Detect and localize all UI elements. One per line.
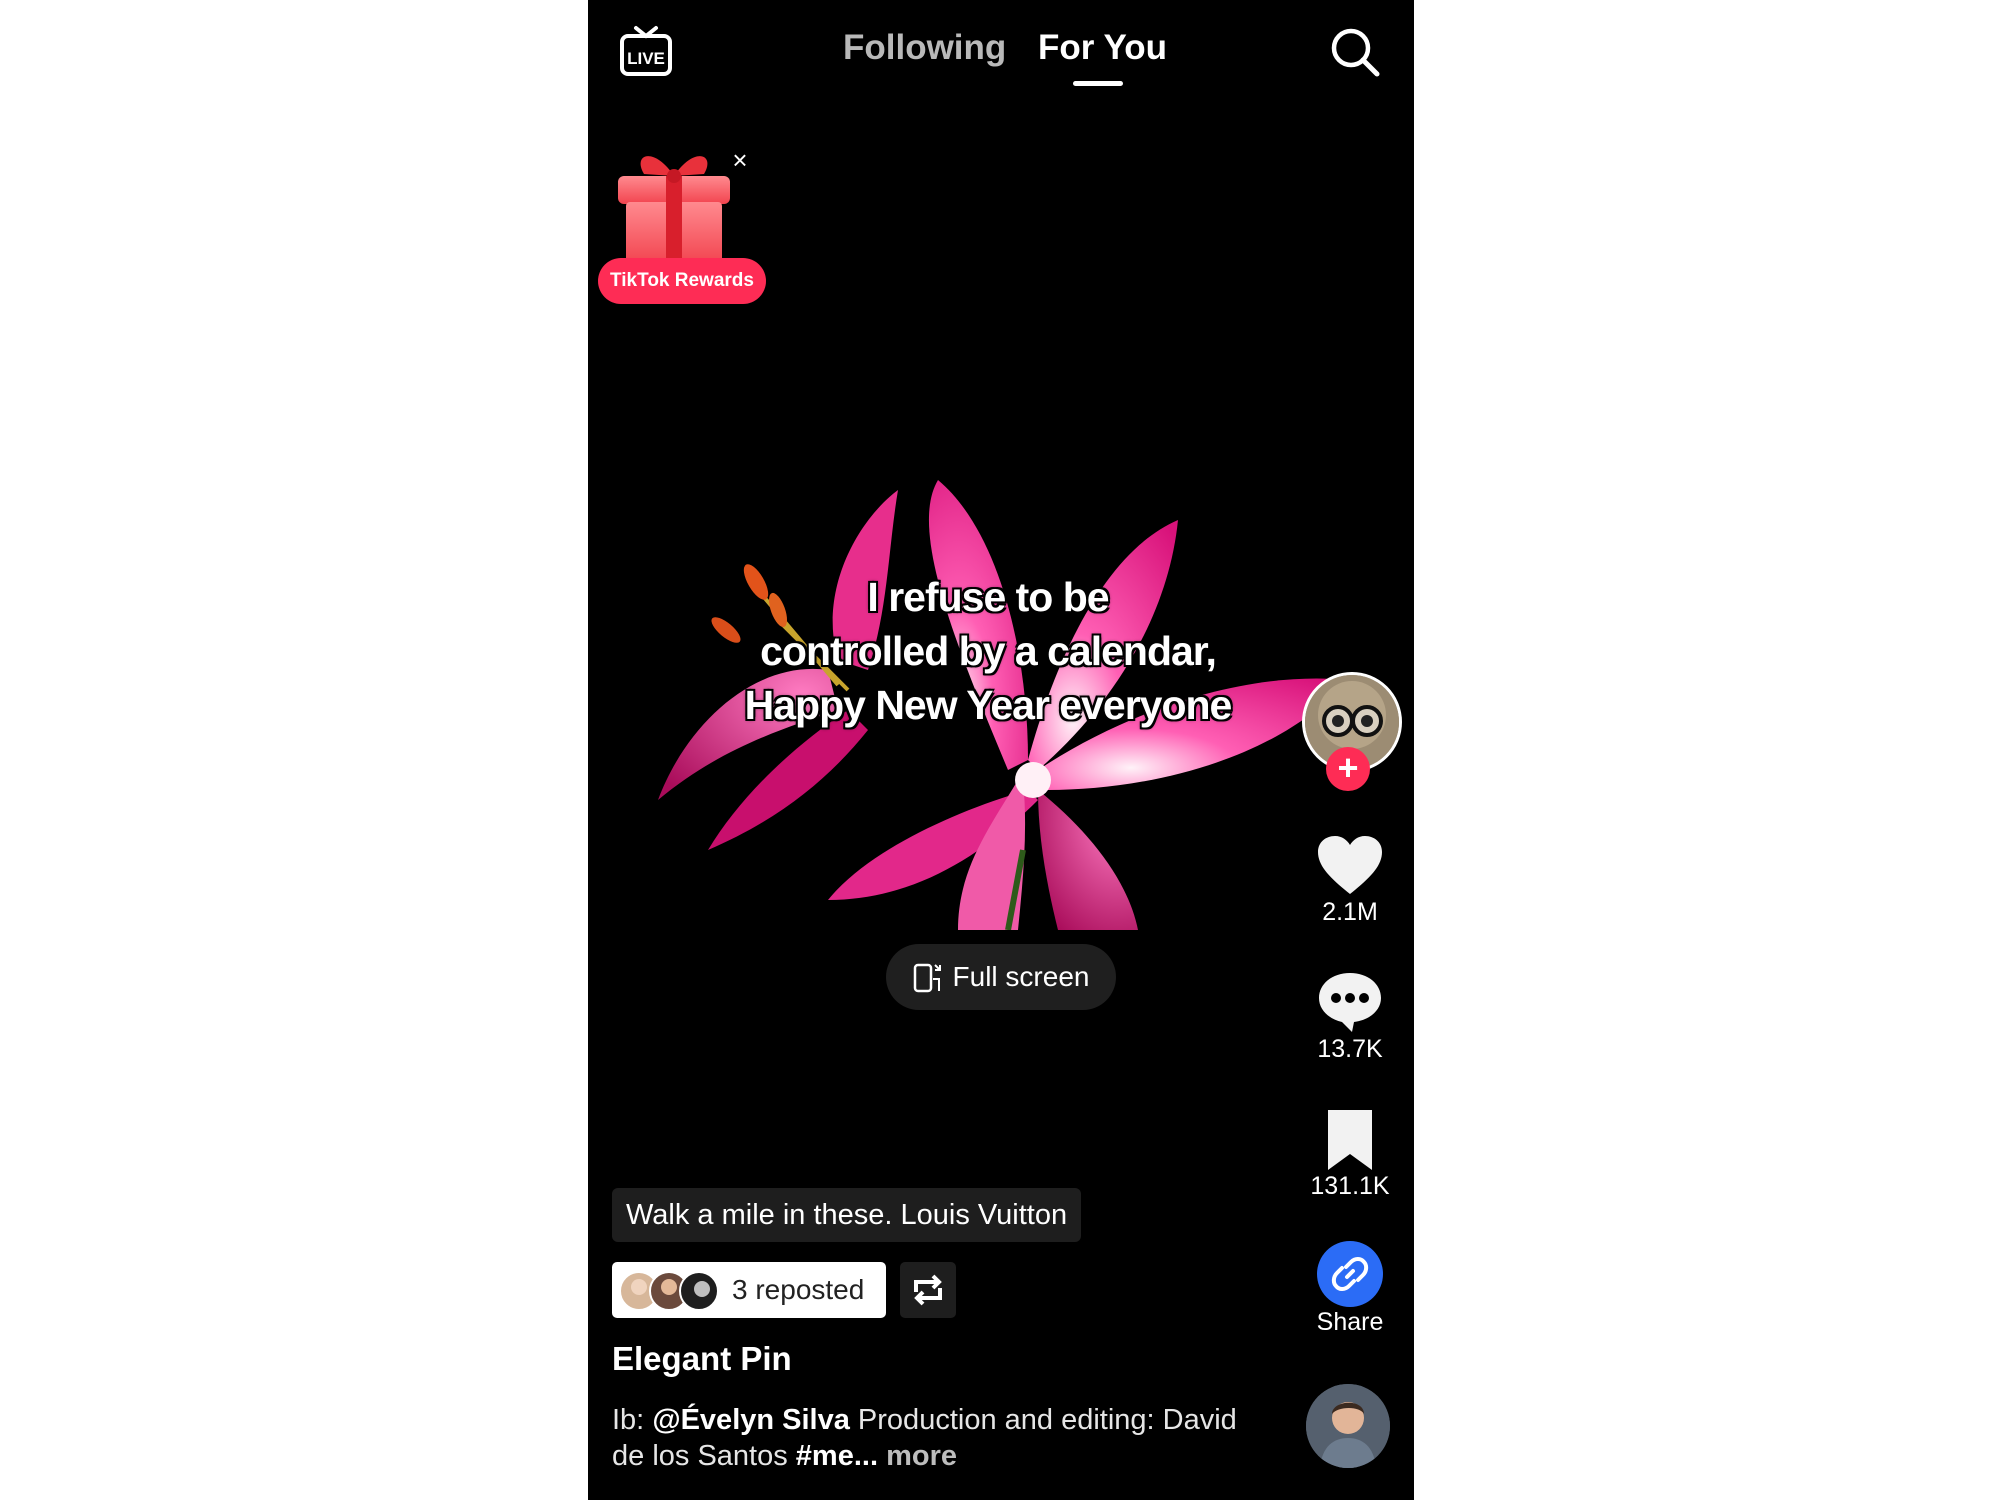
music-avatar-image [1306, 1384, 1390, 1468]
follow-button[interactable]: + [1326, 747, 1370, 791]
save-count: 131.1K [1310, 1172, 1390, 1200]
comment-icon[interactable] [1316, 970, 1384, 1034]
mention-link[interactable]: @Évelyn Silva [652, 1404, 850, 1436]
repost-icon [914, 1274, 942, 1306]
tab-following[interactable]: Following [843, 28, 1006, 68]
caption-line: controlled by a calendar, [760, 628, 1217, 674]
rotate-phone-icon [913, 963, 941, 993]
like-count: 2.1M [1322, 898, 1378, 926]
close-rewards-button[interactable]: × [728, 147, 752, 173]
full-screen-button[interactable]: Full screen [886, 944, 1116, 1010]
active-tab-indicator [1073, 81, 1123, 86]
gift-icon[interactable] [614, 146, 734, 264]
share-button[interactable] [1317, 1241, 1383, 1307]
repost-button[interactable] [900, 1262, 956, 1318]
heart-icon[interactable] [1316, 834, 1384, 898]
reposter-avatars [619, 1271, 719, 1311]
caption-line: I refuse to be [867, 574, 1109, 620]
caption-line: Happy New Year everyone [744, 682, 1233, 728]
bookmark-icon[interactable] [1316, 1108, 1384, 1172]
link-icon [1331, 1257, 1369, 1291]
share-label[interactable]: Share [1288, 1308, 1412, 1337]
search-icon[interactable] [1329, 26, 1381, 78]
music-disc-avatar[interactable] [1306, 1384, 1390, 1468]
live-tv-icon[interactable]: LIVE [618, 24, 674, 78]
post-description: Ib: @Évelyn Silva Production and editing… [612, 1402, 1252, 1474]
author-username[interactable]: Elegant Pin [612, 1340, 792, 1378]
tab-for-you[interactable]: For You [1038, 28, 1167, 68]
video-text-overlay: I refuse to be controlled by a calendar,… [698, 570, 1278, 732]
description-prefix: Ib: [612, 1404, 653, 1436]
live-label: LIVE [627, 49, 665, 68]
reposted-badge[interactable]: 3 reposted [612, 1262, 886, 1318]
product-tag[interactable]: Walk a mile in these. Louis Vuitton [612, 1188, 1082, 1242]
full-screen-label: Full screen [952, 961, 1090, 992]
comment-count: 13.7K [1317, 1035, 1383, 1063]
more-button[interactable]: more [878, 1440, 957, 1472]
reposted-label: 3 reposted [732, 1274, 865, 1305]
hashtag-link[interactable]: #me... [796, 1440, 878, 1472]
tiktok-rewards-badge[interactable]: TikTok Rewards [598, 258, 766, 304]
video-feed-screen: LIVE Following For You × TikTok Rewards [588, 0, 1414, 1500]
